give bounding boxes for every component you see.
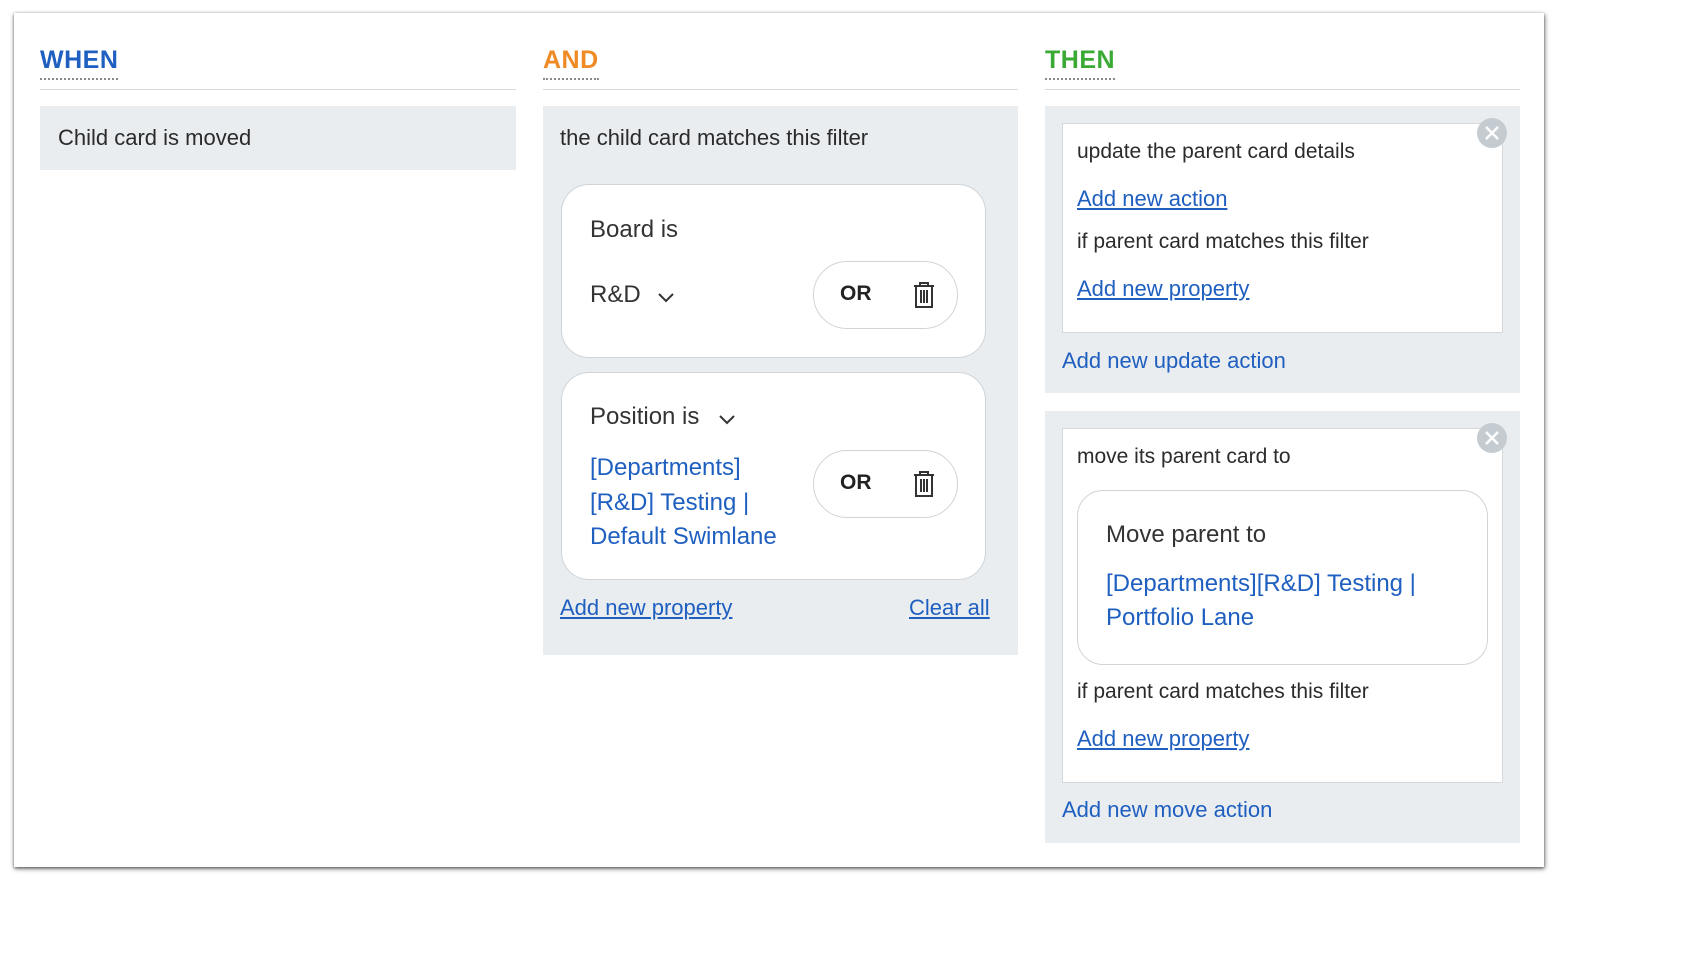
close-icon[interactable]	[1477, 118, 1507, 148]
close-icon-glyph	[1485, 126, 1499, 140]
position-value-line: [Departments]	[590, 454, 741, 481]
and-header: AND	[543, 43, 1018, 90]
update-action-box: update the parent card details Add new a…	[1062, 123, 1503, 333]
move-parent-card[interactable]: Move parent to [Departments][R&D] Testin…	[1077, 490, 1488, 665]
add-new-move-action-link[interactable]: Add new move action	[1062, 797, 1272, 823]
position-select[interactable]: Position is	[590, 403, 736, 431]
update-filter-title: if parent card matches this filter	[1077, 230, 1369, 253]
position-value[interactable]: [Departments] [R&D] Testing | Default Sw…	[590, 451, 777, 555]
when-trigger-panel[interactable]: Child card is moved	[40, 106, 516, 170]
position-or-delete-pill: OR	[813, 450, 958, 518]
filter-position-label: Position is	[590, 403, 700, 430]
trash-icon[interactable]	[913, 282, 935, 308]
move-action-panel: move its parent card to Move parent to […	[1045, 411, 1520, 843]
chevron-down-icon	[719, 415, 735, 425]
add-new-property-link[interactable]: Add new property	[1077, 276, 1249, 302]
close-icon[interactable]	[1477, 423, 1507, 453]
position-value-line: [R&D] Testing |	[590, 488, 750, 516]
add-new-action-link[interactable]: Add new action	[1077, 186, 1227, 212]
update-action-title: update the parent card details	[1077, 140, 1355, 163]
board-select[interactable]: R&D	[590, 281, 675, 309]
then-heading: THEN	[1045, 43, 1116, 80]
chevron-down-icon	[658, 293, 674, 303]
add-new-property-link[interactable]: Add new property	[560, 595, 732, 621]
clear-all-link[interactable]: Clear all	[909, 595, 990, 621]
move-parent-label: Move parent to	[1106, 521, 1267, 548]
rule-editor: WHEN Child card is moved AND the child c…	[14, 13, 1544, 867]
move-action-title: move its parent card to	[1077, 445, 1291, 468]
trash-icon[interactable]	[913, 471, 935, 497]
position-value-line: Default Swimlane	[590, 523, 777, 550]
move-parent-value[interactable]: [Departments][R&D] Testing | Portfolio L…	[1106, 567, 1416, 635]
move-filter-title: if parent card matches this filter	[1077, 680, 1369, 703]
add-new-property-link[interactable]: Add new property	[1077, 726, 1249, 752]
or-button[interactable]: OR	[840, 282, 872, 306]
when-header: WHEN	[40, 43, 516, 90]
and-filter-title: the child card matches this filter	[560, 125, 869, 150]
update-action-panel: update the parent card details Add new a…	[1045, 106, 1520, 393]
and-heading: AND	[543, 43, 599, 80]
when-heading: WHEN	[40, 43, 119, 80]
move-action-box: move its parent card to Move parent to […	[1062, 428, 1503, 783]
trigger-label: Child card is moved	[58, 125, 252, 150]
or-button[interactable]: OR	[840, 471, 872, 495]
move-parent-value-line: Portfolio Lane	[1106, 604, 1255, 631]
move-parent-value-line: [Departments][R&D] Testing |	[1106, 570, 1416, 597]
filter-card-board: Board is R&D OR	[561, 184, 986, 358]
filter-card-position: Position is [Departments] [R&D] Testing …	[561, 372, 986, 580]
close-icon-glyph	[1485, 431, 1499, 445]
filter-board-label: Board is	[590, 216, 679, 243]
board-or-delete-pill: OR	[813, 261, 958, 329]
add-new-update-action-link[interactable]: Add new update action	[1062, 348, 1286, 374]
then-header: THEN	[1045, 43, 1520, 90]
and-filter-panel: the child card matches this filter Board…	[543, 106, 1018, 655]
board-select-value: R&D	[590, 281, 641, 308]
